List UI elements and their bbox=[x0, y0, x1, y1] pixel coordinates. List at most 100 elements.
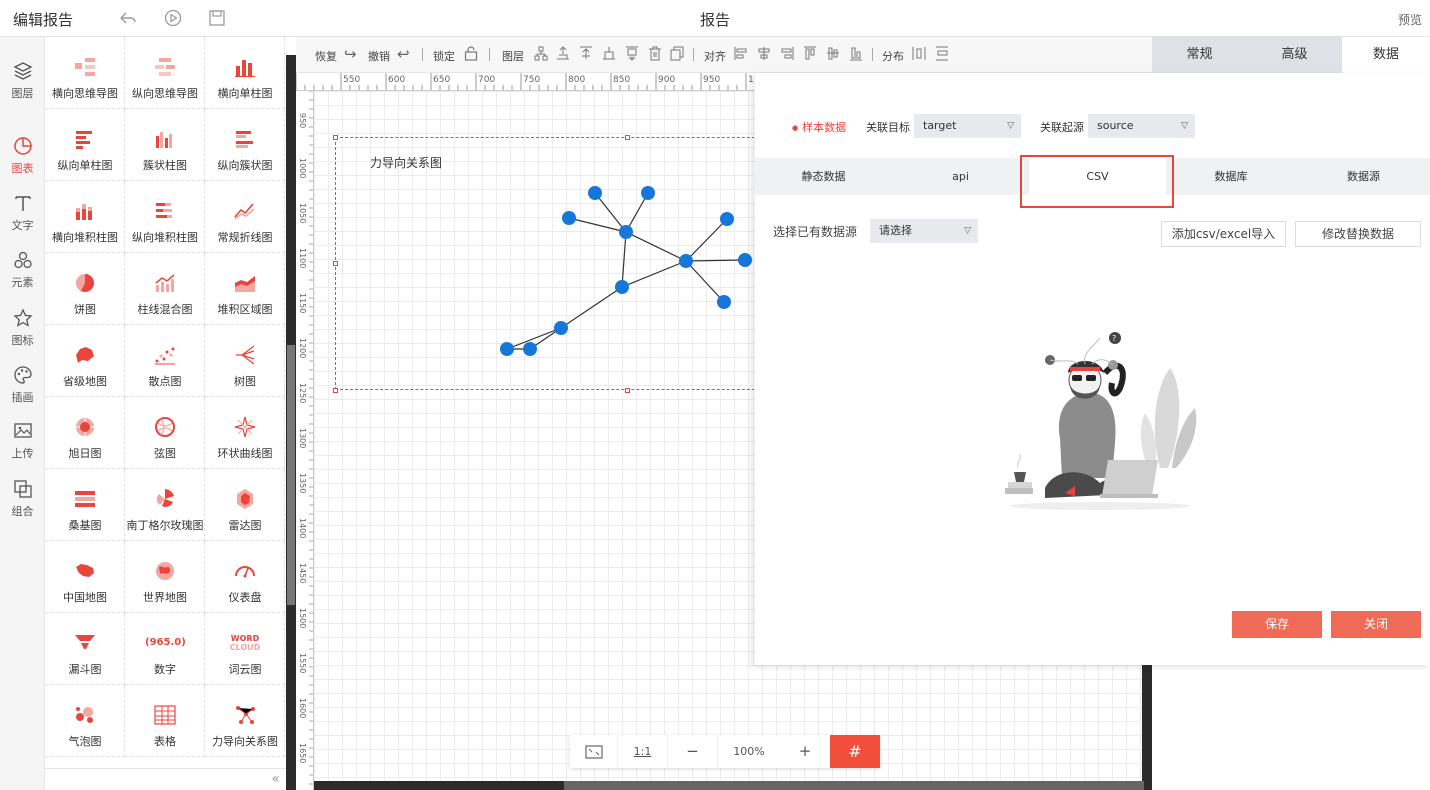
chart-type-item[interactable]: 横向思维导图 bbox=[45, 37, 125, 109]
tab-static-data[interactable]: 静态数据 bbox=[755, 158, 892, 195]
chart-type-item[interactable]: 省级地图 bbox=[45, 325, 125, 397]
chart-type-item[interactable]: 堆积区域图 bbox=[205, 253, 285, 325]
chart-type-item[interactable]: 表格 bbox=[125, 685, 205, 757]
lock-button[interactable]: 锁定 bbox=[433, 48, 455, 64]
align-left-icon[interactable] bbox=[734, 46, 748, 64]
target-select[interactable]: target ▽ bbox=[914, 114, 1021, 138]
graph-node bbox=[679, 254, 693, 268]
horizontal-ruler: 55060065070075080085090095010 bbox=[296, 73, 756, 91]
nav-item-text[interactable]: 文字 bbox=[0, 179, 45, 237]
tab-advanced[interactable]: 高级 bbox=[1247, 37, 1342, 73]
send-to-back-icon[interactable] bbox=[625, 46, 639, 64]
undo-arrow-icon[interactable] bbox=[119, 9, 137, 27]
nav-item-layers[interactable]: 图层 bbox=[0, 47, 45, 105]
chart-type-item[interactable]: 横向单柱图 bbox=[205, 37, 285, 109]
chart-type-item[interactable]: 饼图 bbox=[45, 253, 125, 325]
send-backward-icon[interactable] bbox=[602, 46, 616, 64]
chart-type-item[interactable]: 力导向关系图 bbox=[205, 685, 285, 757]
align-top-icon[interactable] bbox=[803, 46, 817, 64]
chart-type-item[interactable]: 纵向单柱图 bbox=[45, 109, 125, 181]
chart-type-item[interactable]: 树图 bbox=[205, 325, 285, 397]
nav-item-charts[interactable]: 图表 bbox=[0, 122, 45, 180]
chart-type-item[interactable]: 散点图 bbox=[125, 325, 205, 397]
distribute-h-icon[interactable] bbox=[912, 46, 926, 64]
gauge-icon bbox=[233, 559, 257, 583]
nav-item-illustrations[interactable]: 插画 bbox=[0, 351, 45, 409]
tab-datasource[interactable]: 数据源 bbox=[1296, 158, 1430, 195]
save-disk-icon[interactable] bbox=[208, 9, 226, 27]
ruler-label: 1000 bbox=[298, 158, 307, 178]
layer-button[interactable]: 图层 bbox=[502, 48, 524, 64]
tab-api[interactable]: api bbox=[892, 158, 1029, 195]
align-middle-v-icon[interactable] bbox=[826, 46, 840, 64]
align-center-h-icon[interactable] bbox=[757, 46, 771, 64]
close-button[interactable]: 关闭 bbox=[1331, 611, 1421, 638]
nav-item-upload[interactable]: 上传 bbox=[0, 407, 45, 465]
chart-type-item[interactable]: 世界地图 bbox=[125, 541, 205, 613]
preview-button[interactable]: 预览 bbox=[1398, 11, 1422, 28]
undo-button[interactable]: 撤销 bbox=[368, 48, 390, 64]
align-bottom-icon[interactable] bbox=[849, 46, 863, 64]
force-graph[interactable] bbox=[314, 91, 756, 391]
canvas-scrollbar-thumb[interactable] bbox=[564, 781, 1144, 790]
copy-icon[interactable] bbox=[670, 46, 684, 64]
chart-palette: 横向思维导图 纵向思维导图 横向单柱图纵向单柱图 簇状柱图 纵向簇状图横向堆积柱图 纵向堆… bbox=[45, 37, 286, 770]
collapse-double-chevron-icon[interactable]: « bbox=[271, 771, 280, 787]
play-icon[interactable] bbox=[164, 9, 182, 27]
actual-size-button[interactable]: 1:1 bbox=[618, 735, 668, 768]
canvas-horizontal-scrollbar[interactable] bbox=[314, 781, 1144, 790]
chart-type-item[interactable]: 纵向簇状图 bbox=[205, 109, 285, 181]
nav-item-icons[interactable]: 图标 bbox=[0, 294, 45, 352]
add-csv-import-button[interactable]: 添加csv/excel导入 bbox=[1161, 221, 1286, 247]
zoom-in-button[interactable]: + bbox=[780, 735, 830, 768]
fit-screen-button[interactable] bbox=[570, 735, 618, 768]
chart-type-item[interactable]: 气泡图 bbox=[45, 685, 125, 757]
existing-datasource-select[interactable]: 请选择 ▽ bbox=[870, 219, 978, 243]
delete-trash-icon[interactable] bbox=[648, 46, 662, 64]
modify-data-button[interactable]: 修改替换数据 bbox=[1295, 221, 1421, 247]
chart-type-item[interactable]: 常规折线图 bbox=[205, 181, 285, 253]
tab-general[interactable]: 常规 bbox=[1152, 37, 1247, 73]
bring-forward-icon[interactable] bbox=[556, 46, 570, 64]
chart-type-item[interactable]: 柱线混合图 bbox=[125, 253, 205, 325]
chart-type-item[interactable]: 纵向思维导图 bbox=[125, 37, 205, 109]
grid-toggle-button[interactable]: # bbox=[830, 735, 880, 768]
layer-tree-icon[interactable] bbox=[534, 46, 548, 64]
nav-item-group[interactable]: 组合 bbox=[0, 465, 45, 523]
palette-scrollbar-thumb[interactable] bbox=[287, 345, 295, 605]
redo-icon[interactable]: ↪ bbox=[344, 45, 357, 63]
distribute-v-icon[interactable] bbox=[935, 46, 949, 64]
chart-type-item[interactable]: 仪表盘 bbox=[205, 541, 285, 613]
chart-type-item[interactable]: 纵向堆积柱图 bbox=[125, 181, 205, 253]
align-right-icon[interactable] bbox=[780, 46, 794, 64]
sample-data-label[interactable]: 样本数据 bbox=[792, 119, 846, 135]
chart-type-item[interactable]: 横向堆积柱图 bbox=[45, 181, 125, 253]
save-button[interactable]: 保存 bbox=[1232, 611, 1322, 638]
chart-type-item[interactable]: 簇状柱图 bbox=[125, 109, 205, 181]
chart-type-item[interactable]: 弦图 bbox=[125, 397, 205, 469]
chart-type-item[interactable]: (965.0) 数字 bbox=[125, 613, 205, 685]
chart-type-item[interactable]: WORD CLOUD 词云图 bbox=[205, 613, 285, 685]
nav-item-elements[interactable]: 元素 bbox=[0, 236, 45, 294]
distribute-button[interactable]: 分布 bbox=[882, 48, 904, 64]
chart-type-item[interactable]: 雷达图 bbox=[205, 469, 285, 541]
wordcloud-icon-text-2: CLOUD bbox=[229, 643, 261, 652]
lock-icon[interactable] bbox=[464, 46, 478, 64]
source-select[interactable]: source ▽ bbox=[1088, 114, 1195, 138]
province-map-icon bbox=[73, 343, 97, 367]
zoom-out-button[interactable]: − bbox=[668, 735, 718, 768]
chart-type-item[interactable]: 环状曲线图 bbox=[205, 397, 285, 469]
chart-type-item[interactable]: 南丁格尔玫瑰图 bbox=[125, 469, 205, 541]
undo-icon[interactable]: ↩ bbox=[397, 45, 410, 63]
chart-type-item[interactable]: 旭日图 bbox=[45, 397, 125, 469]
redo-button[interactable]: 恢复 bbox=[315, 48, 337, 64]
tab-data[interactable]: 数据 bbox=[1342, 37, 1430, 73]
canvas-vertical-scrollbar[interactable] bbox=[1142, 664, 1152, 790]
tab-database[interactable]: 数据库 bbox=[1166, 158, 1296, 195]
chart-type-item[interactable]: 漏斗图 bbox=[45, 613, 125, 685]
chart-type-item[interactable]: 中国地图 bbox=[45, 541, 125, 613]
chart-type-label: 簇状柱图 bbox=[143, 159, 187, 172]
bring-to-front-icon[interactable] bbox=[579, 46, 593, 64]
chart-type-item[interactable]: 桑基图 bbox=[45, 469, 125, 541]
align-button[interactable]: 对齐 bbox=[704, 48, 726, 64]
